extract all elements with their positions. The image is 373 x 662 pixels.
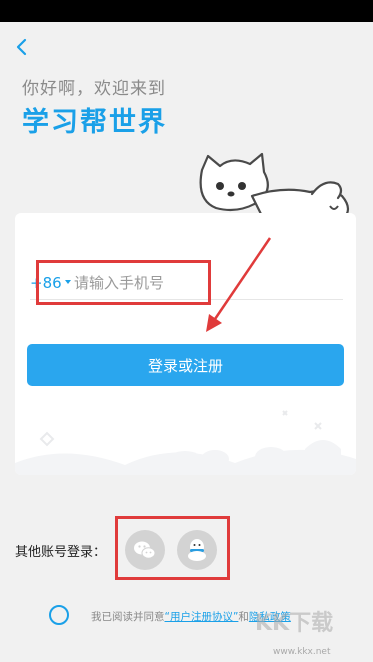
status-bar (0, 0, 373, 22)
page-title: 学习帮世界 (22, 107, 167, 138)
qq-icon (188, 539, 206, 561)
phone-highlight-box (36, 260, 211, 305)
wechat-login-button[interactable] (125, 530, 165, 570)
agreement-prefix: 我已阅读并同意 (91, 611, 165, 623)
snow-decoration-icon (15, 410, 356, 475)
chevron-left-icon (16, 38, 27, 56)
user-agreement-link[interactable]: “用户注册协议” (165, 611, 239, 623)
watermark-url: www.kkx.net (273, 647, 331, 657)
qq-login-button[interactable] (177, 530, 217, 570)
greeting-text: 你好啊，欢迎来到 (22, 79, 166, 99)
watermark-logo: KK下载 (255, 611, 334, 636)
wechat-icon (134, 541, 156, 559)
other-login-label: 其他账号登录： (15, 545, 107, 560)
back-button[interactable] (12, 36, 32, 58)
agreement-checkbox[interactable] (49, 605, 69, 625)
login-card: +86 登录或注册 (15, 213, 356, 475)
login-register-button[interactable]: 登录或注册 (27, 344, 344, 386)
agreement-conjunction: 和 (238, 611, 249, 623)
